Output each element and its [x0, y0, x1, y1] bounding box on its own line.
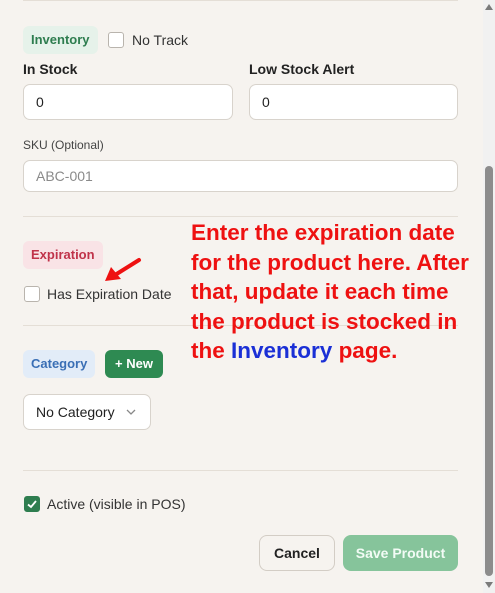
active-label: Active (visible in POS) [47, 496, 186, 512]
in-stock-input[interactable]: 0 [23, 84, 233, 120]
category-select[interactable]: No Category [23, 394, 151, 430]
annotation-highlight: Inventory [231, 338, 333, 363]
scrollbar-thumb[interactable] [485, 166, 493, 576]
scroll-up-arrow-icon[interactable] [485, 4, 493, 10]
has-expiration-date-checkbox[interactable] [24, 286, 40, 302]
low-stock-alert-input[interactable]: 0 [249, 84, 458, 120]
in-stock-label: In Stock [23, 61, 78, 77]
section-divider [23, 470, 458, 471]
has-expiration-date-label: Has Expiration Date [47, 286, 172, 302]
sku-input[interactable]: ABC-001 [23, 160, 458, 192]
sku-label: SKU (Optional) [23, 138, 104, 152]
annotation-callout: Enter the expiration date for the produc… [191, 218, 481, 366]
section-divider [23, 216, 458, 217]
annotation-text-end: page. [338, 338, 398, 363]
expiration-section-badge: Expiration [23, 241, 103, 269]
category-select-value: No Category [36, 404, 115, 420]
new-category-button[interactable]: + New [105, 350, 163, 378]
checkmark-icon [27, 500, 37, 509]
low-stock-alert-label: Low Stock Alert [249, 61, 355, 77]
no-track-checkbox[interactable] [108, 32, 124, 48]
save-product-button[interactable]: Save Product [343, 535, 458, 571]
inventory-section-badge: Inventory [23, 26, 98, 54]
no-track-label: No Track [132, 32, 189, 48]
cancel-button[interactable]: Cancel [259, 535, 335, 571]
top-divider [23, 0, 458, 1]
red-arrow-icon [105, 258, 141, 281]
category-section-badge: Category [23, 350, 96, 378]
chevron-down-icon [126, 409, 136, 415]
scroll-down-arrow-icon[interactable] [485, 582, 493, 588]
active-checkbox[interactable] [24, 496, 40, 512]
